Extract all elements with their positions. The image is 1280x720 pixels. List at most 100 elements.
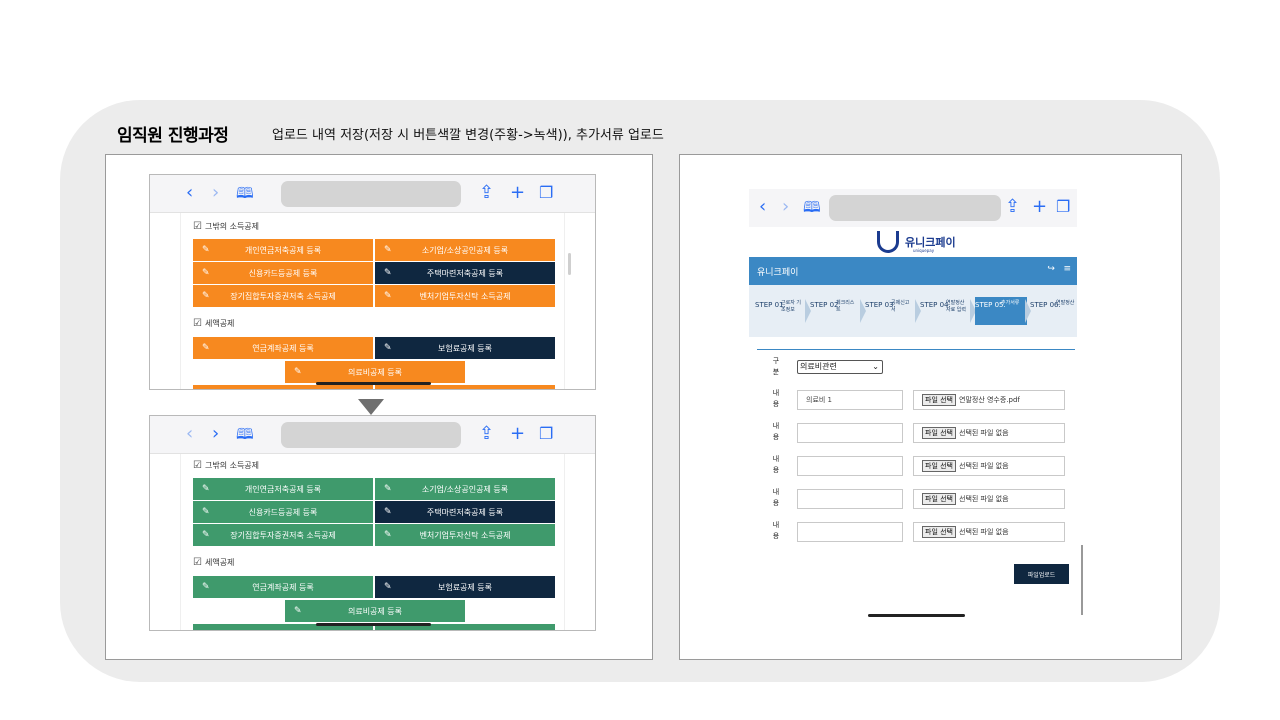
step-item[interactable]: STEP 06. 연말정산 [1030, 297, 1074, 325]
book-icon[interactable]: 🕮 [236, 182, 254, 204]
choose-file-button[interactable]: 파일 선택 [922, 427, 956, 439]
book-icon[interactable]: 🕮 [803, 196, 821, 218]
browser-toolbar: ‹ › 🕮 ⇪ + ❐ [150, 175, 595, 213]
deduction-button[interactable] [375, 385, 555, 389]
logout-icon[interactable]: ↪ [1047, 264, 1055, 274]
step-item[interactable]: STEP 04. 연말정산 자료 입력 [920, 297, 972, 325]
deduction-button[interactable]: ✎ 주택마련저축공제 등록 [375, 501, 555, 523]
app-title: 유니크페이 [757, 268, 799, 278]
content-label: 내용 [772, 422, 780, 441]
deduction-button[interactable]: ✎ 연금계좌공제 등록 [193, 576, 373, 598]
pencil-icon: ✎ [202, 245, 210, 255]
deduction-button[interactable]: ✎ 주택마련저축공제 등록 [375, 262, 555, 284]
deduction-button[interactable]: ✎ 장기집합투자증권저축 소득공제 [193, 524, 373, 546]
url-bar[interactable] [281, 422, 461, 448]
deduction-button[interactable]: ✎ 소기업/소상공인공제 등록 [375, 239, 555, 261]
deduction-button[interactable]: ✎ 벤처기업투자신탁 소득공제 [375, 524, 555, 546]
deduction-button[interactable]: ✎ 보험료공제 등록 [375, 576, 555, 598]
tabs-icon[interactable]: ❐ [1056, 196, 1070, 218]
pencil-icon: ✎ [384, 530, 392, 540]
step-label: 공제신고서 [891, 300, 910, 313]
category-select[interactable]: 의료비관련 ⌄ [797, 360, 883, 374]
deduction-button-label: 장기집합투자증권저축 소득공제 [230, 530, 336, 540]
share-icon[interactable]: ⇪ [479, 182, 494, 204]
deduction-button-label: 주택마련저축공제 등록 [426, 507, 504, 517]
scrollbar[interactable] [568, 253, 571, 275]
book-icon[interactable]: 🕮 [236, 423, 254, 445]
deduction-button-label: 연금계좌공제 등록 [252, 343, 314, 353]
choose-file-button[interactable]: 파일 선택 [922, 493, 956, 505]
upload-form: 구분 의료비관련 ⌄ 내용 의료비 1 파일 선택 연말정산 영수증.pdf 내용 파일 선… [757, 349, 1075, 589]
url-bar[interactable] [281, 181, 461, 207]
file-input[interactable]: 파일 선택 선택된 파일 없음 [913, 522, 1065, 542]
file-input[interactable]: 파일 선택 선택된 파일 없음 [913, 423, 1065, 443]
share-icon[interactable]: ⇪ [1005, 196, 1020, 218]
step-item[interactable]: STEP 03. 공제신고서 [865, 297, 917, 325]
choose-file-button[interactable]: 파일 선택 [922, 526, 956, 538]
chevron-right-icon[interactable]: › [212, 423, 219, 445]
section-label: ☑ 세액공제 [193, 557, 234, 568]
deduction-button[interactable]: ✎ 연금계좌공제 등록 [193, 337, 373, 359]
deduction-button-label: 보험료공제 등록 [437, 582, 493, 592]
section-title: 세액공제 [204, 319, 235, 328]
pencil-icon: ✎ [384, 291, 392, 301]
share-icon[interactable]: ⇪ [479, 423, 494, 445]
deduction-button[interactable]: ✎ 소기업/소상공인공제 등록 [375, 478, 555, 500]
browser-toolbar: ‹ › 🕮 ⇪ + ❐ [150, 416, 595, 454]
content-input[interactable]: 의료비 1 [797, 390, 903, 410]
chevron-left-icon[interactable]: ‹ [186, 182, 193, 204]
deduction-button[interactable]: ✎ 신용카드등공제 등록 [193, 262, 373, 284]
plus-icon[interactable]: + [510, 423, 525, 445]
file-name: 선택된 파일 없음 [959, 462, 1009, 470]
chevron-right-icon[interactable]: › [212, 182, 219, 204]
content-label: 내용 [772, 521, 780, 540]
tabs-icon[interactable]: ❐ [539, 182, 553, 204]
deduction-button[interactable]: ✎ 개인연금저축공제 등록 [193, 239, 373, 261]
deduction-button[interactable]: ✎ 장기집합투자증권저축 소득공제 [193, 285, 373, 307]
plus-icon[interactable]: + [1032, 196, 1047, 218]
pencil-icon: ✎ [202, 343, 210, 353]
choose-file-button[interactable]: 파일 선택 [922, 460, 956, 472]
content-label: 내용 [772, 389, 780, 408]
chevron-down-icon: ⌄ [872, 362, 879, 371]
pencil-icon: ✎ [202, 291, 210, 301]
checkbox-icon: ☑ [193, 221, 202, 232]
deduction-button[interactable]: ✎ 개인연금저축공제 등록 [193, 478, 373, 500]
step-item[interactable]: STEP 02. 체크리스트 [810, 297, 862, 325]
upload-button[interactable]: 파일업로드 [1014, 564, 1069, 584]
chevron-left-icon[interactable]: ‹ [186, 423, 193, 445]
step-label: 연말정산 [1056, 300, 1075, 306]
file-row: 내용 의료비 1 파일 선택 연말정산 영수증.pdf [757, 388, 1075, 420]
file-input[interactable]: 파일 선택 연말정산 영수증.pdf [913, 390, 1065, 410]
deduction-button-label: 벤처기업투자신탁 소득공제 [419, 291, 511, 301]
checkbox-icon: ☑ [193, 557, 202, 568]
chevron-right-icon[interactable]: › [782, 196, 789, 218]
home-indicator [316, 382, 431, 385]
step-item[interactable]: STEP 05. 추가서류 [975, 297, 1027, 325]
file-input[interactable]: 파일 선택 선택된 파일 없음 [913, 456, 1065, 476]
content-input[interactable] [797, 489, 903, 509]
content-input[interactable] [797, 423, 903, 443]
step-item[interactable]: STEP 01. 근로자 기초정보 [755, 297, 807, 325]
deduction-button-label: 의료비공제 등록 [347, 367, 403, 377]
chevron-left-icon[interactable]: ‹ [759, 196, 766, 218]
content-input[interactable] [797, 456, 903, 476]
deduction-button[interactable]: ✎ 신용카드등공제 등록 [193, 501, 373, 523]
logo-icon [877, 231, 899, 253]
plus-icon[interactable]: + [510, 182, 525, 204]
file-input[interactable]: 파일 선택 선택된 파일 없음 [913, 489, 1065, 509]
url-bar[interactable] [829, 195, 1001, 221]
deduction-button[interactable]: ✎ 의료비공제 등록 [285, 361, 465, 383]
scrollbar[interactable] [1081, 545, 1083, 615]
content-input[interactable] [797, 522, 903, 542]
home-indicator [868, 614, 965, 617]
deduction-button[interactable] [193, 385, 373, 389]
slide-description: 업로드 내역 저장(저장 시 버튼색깔 변경(주황->녹색)), 추가서류 업로… [272, 128, 664, 143]
tabs-icon[interactable]: ❐ [539, 423, 553, 445]
deduction-button[interactable]: ✎ 벤처기업투자신탁 소득공제 [375, 285, 555, 307]
menu-icon[interactable]: ≡ [1063, 264, 1071, 274]
file-row: 내용 파일 선택 선택된 파일 없음 [757, 454, 1075, 486]
deduction-button[interactable]: ✎ 보험료공제 등록 [375, 337, 555, 359]
deduction-button[interactable]: ✎ 의료비공제 등록 [285, 600, 465, 622]
choose-file-button[interactable]: 파일 선택 [922, 394, 956, 406]
